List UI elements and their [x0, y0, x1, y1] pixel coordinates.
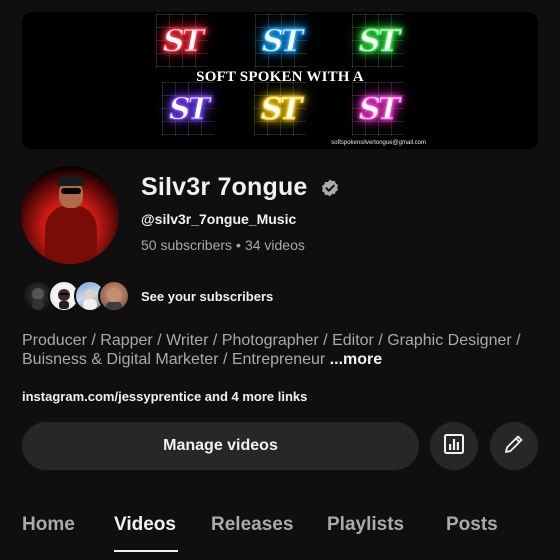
- channel-name-row: Silv3r 7ongue: [141, 173, 340, 202]
- tab-posts[interactable]: Posts: [446, 514, 498, 536]
- banner-logo-red: ST: [156, 14, 208, 68]
- banner-logo-blue: ST: [255, 14, 307, 68]
- channel-tabs: Home Videos Releases Playlists Posts: [0, 500, 560, 560]
- analytics-button[interactable]: [430, 422, 478, 470]
- tab-home[interactable]: Home: [22, 514, 75, 536]
- avatar-figure-body: [45, 206, 97, 264]
- channel-description[interactable]: Producer / Rapper / Writer / Photographe…: [22, 331, 542, 369]
- banner-logo-purple: ST: [162, 82, 214, 136]
- manage-videos-button[interactable]: Manage videos: [22, 422, 419, 470]
- verified-badge-icon: [320, 178, 340, 198]
- tab-releases[interactable]: Releases: [211, 514, 293, 536]
- tab-playlists[interactable]: Playlists: [327, 514, 404, 536]
- see-subscribers-link[interactable]: See your subscribers: [141, 289, 273, 304]
- banner-logo-green: ST: [352, 14, 404, 68]
- banner-logo-text: ST: [163, 23, 205, 59]
- banner-logo-yellow: ST: [254, 82, 306, 136]
- pencil-icon: [502, 432, 526, 461]
- description-more-link[interactable]: ...more: [330, 351, 382, 368]
- subscriber-avatars[interactable]: [22, 280, 130, 312]
- channel-handle: @silv3r_7ongue_Music: [141, 211, 297, 227]
- avatar-figure-sunglasses: [61, 188, 81, 194]
- banner-email: softspokensilvertongue@gmail.com: [331, 140, 426, 146]
- avatar-figure-hair: [57, 176, 85, 186]
- banner-logo-pink: ST: [352, 82, 404, 136]
- active-tab-indicator: [114, 550, 178, 552]
- banner-logo-text: ST: [359, 91, 401, 127]
- channel-avatar[interactable]: [21, 166, 119, 264]
- subscriber-avatar: [98, 280, 130, 312]
- channel-stats: 50 subscribers • 34 videos: [141, 237, 305, 253]
- tab-videos[interactable]: Videos: [114, 514, 176, 536]
- banner-logo-text: ST: [261, 91, 303, 127]
- description-text: Producer / Rapper / Writer / Photographe…: [22, 332, 521, 368]
- channel-banner: ST ST ST SOFT SPOKEN WITH A ST ST ST sof…: [22, 12, 538, 149]
- subscriber-count: 50 subscribers: [141, 237, 233, 253]
- analytics-icon: [443, 433, 465, 460]
- banner-logo-text: ST: [359, 23, 401, 59]
- stats-separator: •: [236, 237, 241, 253]
- channel-name: Silv3r 7ongue: [141, 173, 308, 201]
- banner-logo-text: ST: [169, 91, 211, 127]
- channel-links[interactable]: instagram.com/jessyprentice and 4 more l…: [22, 389, 307, 404]
- edit-button[interactable]: [490, 422, 538, 470]
- banner-logo-text: ST: [262, 23, 304, 59]
- video-count: 34 videos: [244, 237, 305, 253]
